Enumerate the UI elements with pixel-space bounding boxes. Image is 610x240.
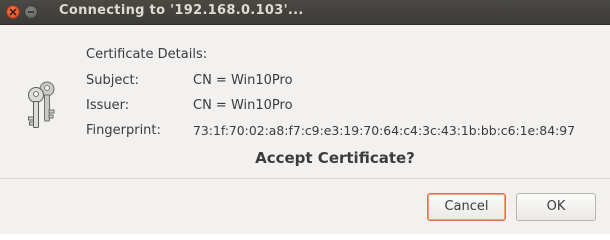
dialog-body: Certificate Details: Subject: CN = Win10…: [0, 25, 610, 234]
fingerprint-value: 73:1f:70:02:a8:f7:c9:e3:19:70:64:c4:3c:4…: [193, 123, 576, 138]
certificate-dialog: Connecting to '192.168.0.103'... Certifi…: [0, 0, 610, 234]
close-icon: [9, 8, 17, 16]
cancel-button[interactable]: Cancel: [427, 193, 506, 221]
close-window-button[interactable]: [6, 5, 20, 19]
title-bar[interactable]: Connecting to '192.168.0.103'...: [0, 0, 610, 25]
divider: [0, 178, 610, 179]
fingerprint-label: Fingerprint:: [86, 123, 161, 138]
issuer-label: Issuer:: [86, 98, 130, 113]
accept-certificate-question: Accept Certificate?: [255, 149, 415, 167]
subject-value: CN = Win10Pro: [193, 73, 293, 88]
subject-label: Subject:: [86, 73, 139, 88]
keys-icon: [28, 81, 55, 128]
window-title: Connecting to '192.168.0.103'...: [59, 3, 304, 18]
certificate-details-heading: Certificate Details:: [86, 47, 208, 62]
minimize-window-button[interactable]: [24, 5, 38, 19]
ok-button[interactable]: OK: [516, 193, 596, 221]
issuer-value: CN = Win10Pro: [193, 98, 293, 113]
